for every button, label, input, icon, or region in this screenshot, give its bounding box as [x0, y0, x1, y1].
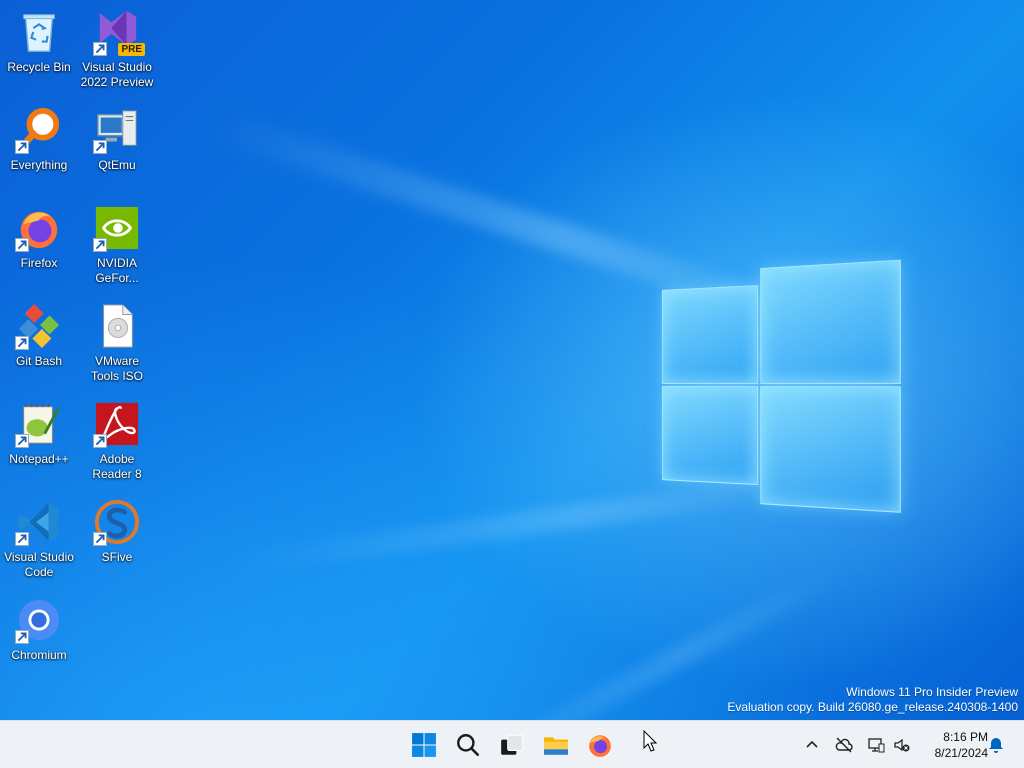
desktop-icon-adobe-reader[interactable]: Adobe Reader 8 — [80, 400, 154, 482]
iso-disc-icon — [93, 302, 141, 350]
task-view-icon — [501, 734, 524, 755]
network-tray-button[interactable] — [866, 735, 886, 755]
search-button[interactable] — [450, 727, 486, 763]
nvidia-icon — [93, 204, 141, 252]
desktop-icon-chromium[interactable]: Chromium — [2, 596, 76, 663]
qtemu-icon — [93, 106, 141, 154]
network-icon — [868, 738, 885, 753]
onedrive-offline-icon — [835, 737, 853, 753]
watermark-edition: Windows 11 Pro Insider Preview — [846, 685, 1018, 699]
shortcut-arrow-icon — [93, 140, 107, 154]
vscode-icon — [15, 498, 63, 546]
desktop-icon-qtemu[interactable]: QtEmu — [80, 106, 154, 173]
shortcut-arrow-icon — [93, 238, 107, 252]
desktop-icon-firefox[interactable]: Firefox — [2, 204, 76, 271]
firefox-taskbar-button[interactable] — [582, 727, 618, 763]
clock-time: 8:16 PM — [943, 730, 988, 744]
everything-search-icon — [15, 106, 63, 154]
desktop-icon-everything[interactable]: Everything — [2, 106, 76, 173]
evaluation-watermark: Windows 11 Pro Insider Preview Evaluatio… — [727, 685, 1018, 715]
notepad-plus-plus-icon — [15, 400, 63, 448]
notification-bell-icon — [989, 738, 1003, 753]
desktop-icon-vscode[interactable]: Visual Studio Code — [2, 498, 76, 580]
shortcut-arrow-icon — [15, 532, 29, 546]
notification-center-button[interactable] — [986, 735, 1006, 755]
preview-badge: PRE — [118, 43, 145, 56]
shortcut-arrow-icon — [15, 336, 29, 350]
desktop-icon-nvidia[interactable]: NVIDIA GeFor... — [80, 204, 154, 286]
desktop-icon-recycle-bin[interactable]: Recycle Bin — [2, 8, 76, 75]
desktop[interactable]: Recycle Bin Everything Firefox Git Bash … — [0, 0, 1024, 720]
adobe-reader-icon — [93, 400, 141, 448]
taskbar-clock[interactable]: 8:16 PM 8/21/2024 — [918, 727, 988, 763]
recycle-bin-icon — [15, 8, 63, 56]
shortcut-arrow-icon — [93, 434, 107, 448]
wallpaper-windows-logo — [660, 255, 903, 513]
file-explorer-button[interactable] — [538, 727, 574, 763]
show-hidden-icons-button[interactable] — [802, 735, 822, 755]
chevron-up-icon — [806, 740, 818, 748]
shortcut-arrow-icon — [15, 434, 29, 448]
task-view-button[interactable] — [494, 727, 530, 763]
shortcut-arrow-icon — [15, 140, 29, 154]
chromium-icon — [15, 596, 63, 644]
desktop-icon-git-bash[interactable]: Git Bash — [2, 302, 76, 369]
desktop-icon-vmware-tools-iso[interactable]: VMware Tools ISO — [80, 302, 154, 384]
shortcut-arrow-icon — [15, 630, 29, 644]
start-button[interactable] — [406, 727, 442, 763]
shortcut-arrow-icon — [15, 238, 29, 252]
taskbar: 8:16 PM 8/21/2024 — [0, 720, 1024, 768]
mouse-cursor-icon — [643, 730, 657, 752]
volume-tray-button[interactable] — [892, 735, 912, 755]
folder-icon — [544, 737, 568, 755]
shortcut-arrow-icon — [93, 42, 107, 56]
desktop-icon-notepad-plus-plus[interactable]: Notepad++ — [2, 400, 76, 467]
volume-muted-icon — [894, 738, 910, 752]
firefox-icon — [15, 204, 63, 252]
clock-date: 8/21/2024 — [934, 746, 988, 760]
desktop-icon-sfive[interactable]: SFive — [80, 498, 154, 565]
git-bash-icon — [15, 302, 63, 350]
firefox-icon — [589, 735, 611, 757]
desktop-icon-visual-studio-preview[interactable]: PRE Visual Studio 2022 Preview — [80, 8, 154, 90]
sfive-icon — [93, 498, 141, 546]
shortcut-arrow-icon — [93, 532, 107, 546]
onedrive-tray-button[interactable] — [834, 735, 854, 755]
visual-studio-preview-icon: PRE — [93, 8, 145, 56]
windows-start-icon — [412, 733, 436, 757]
watermark-build: Evaluation copy. Build 26080.ge_release.… — [727, 700, 1018, 714]
search-icon — [457, 734, 480, 757]
